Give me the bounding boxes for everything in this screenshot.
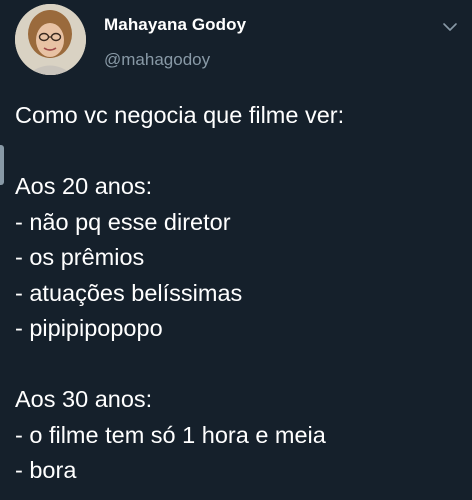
tweet-line: Aos 30 anos: xyxy=(15,386,153,412)
author-handle[interactable]: @mahagodoy xyxy=(104,49,246,71)
author-display-name[interactable]: Mahayana Godoy xyxy=(104,14,246,36)
tweet-header: Mahayana Godoy @mahagodoy xyxy=(104,14,246,71)
tweet-line: - bora xyxy=(15,457,77,483)
tweet-line: - pipipipopopo xyxy=(15,315,163,341)
tweet-line: - os prêmios xyxy=(15,244,145,270)
tweet-line xyxy=(15,134,462,170)
avatar[interactable] xyxy=(15,4,86,75)
tweet-text: Como vc negocia que filme ver: Aos 20 an… xyxy=(15,98,462,489)
scroll-edge-indicator xyxy=(0,145,4,185)
tweet-line: Aos 20 anos: xyxy=(15,173,153,199)
tweet-line: - atuações belíssimas xyxy=(15,279,243,306)
tweet-line: - não pq esse diretor xyxy=(15,208,231,235)
tweet-line xyxy=(15,347,462,383)
tweet-line: - o filme tem só 1 hora e meia xyxy=(15,421,326,448)
tweet-line: Como vc negocia que filme ver: xyxy=(15,102,345,128)
chevron-down-icon[interactable] xyxy=(442,20,458,34)
